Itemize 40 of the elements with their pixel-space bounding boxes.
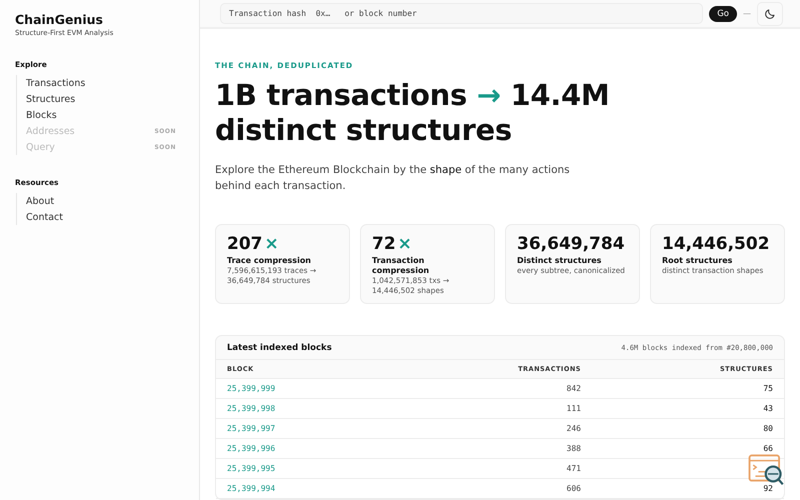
intro-paragraph: Explore the Ethereum Blockchain by the shape of the many actions behind each transaction. (215, 163, 571, 194)
stat-label: Transaction compression (372, 256, 430, 276)
stat-value: 72 (372, 234, 396, 254)
nav-link[interactable]: About (26, 196, 54, 206)
table-cell: 388 (386, 438, 592, 458)
nav-link[interactable]: Contact (26, 212, 63, 222)
table-cell: 75 (592, 378, 784, 398)
table-cell: 80 (592, 418, 784, 438)
separator-dash: — (743, 9, 751, 18)
multiplier-sign: × (264, 234, 279, 254)
block-link[interactable]: 25,399,994 (227, 484, 276, 493)
nav-link[interactable]: Structures (26, 94, 76, 104)
stat-value: 14,446,502 (662, 234, 770, 254)
table-cell: 111 (386, 398, 592, 418)
search-field[interactable]: Transaction hash 0x… or block number (220, 3, 704, 24)
moon-icon (764, 8, 776, 20)
table-cell: 66 (592, 438, 784, 458)
brand-name[interactable]: ChainGenius (15, 12, 199, 27)
table-cell: 606 (386, 478, 592, 498)
table-cell: 43 (592, 398, 784, 418)
table-cell: 471 (386, 458, 592, 478)
block-link[interactable]: 25,399,996 (227, 444, 276, 453)
nav-link[interactable]: Blocks (26, 110, 57, 120)
block-link[interactable]: 25,399,998 (227, 404, 276, 413)
block-link[interactable]: 25,399,997 (227, 424, 276, 433)
stat-label: Trace compression (227, 256, 312, 266)
theme-toggle-button[interactable] (757, 2, 783, 26)
stat-label: Root structures (662, 256, 734, 266)
table-cell: 246 (386, 418, 592, 438)
stat-value: 207 (227, 234, 262, 254)
go-button[interactable]: Go (709, 6, 737, 22)
card-title: Latest indexed blocks (227, 342, 332, 352)
headline: 1B transactions → 14.4M distinct structures (215, 78, 610, 148)
stat-value: 36,649,784 (517, 234, 625, 254)
table-cell: 842 (386, 378, 592, 398)
block-link[interactable]: 25,399,995 (227, 464, 276, 473)
block-link[interactable]: 25,399,999 (227, 384, 276, 393)
stat-label: Distinct structures (517, 256, 602, 266)
nav-link[interactable]: Transactions (26, 78, 86, 88)
multiplier-sign: × (398, 234, 412, 254)
